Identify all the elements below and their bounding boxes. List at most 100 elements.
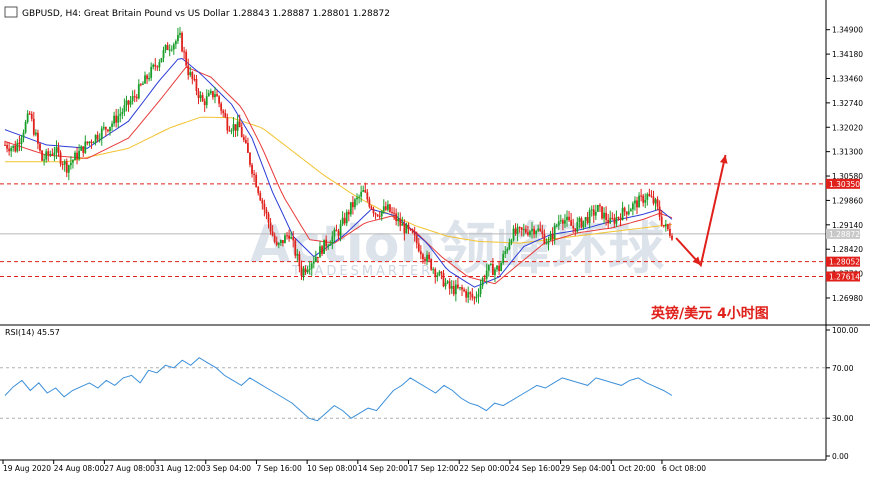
- candle-body: [12, 145, 15, 148]
- candle-body: [247, 142, 249, 153]
- candle-body: [510, 240, 513, 244]
- candle-body: [343, 217, 346, 224]
- candle-body: [634, 200, 636, 204]
- candle-body: [4, 144, 6, 146]
- candle-body: [96, 134, 99, 140]
- candle-body: [413, 232, 416, 236]
- candle-body: [292, 237, 295, 241]
- candle-body: [37, 132, 39, 144]
- candle-body: [104, 127, 107, 130]
- candle-body: [113, 115, 116, 124]
- candle-body: [601, 206, 603, 219]
- candle-body: [187, 65, 190, 76]
- candle-body: [144, 75, 146, 84]
- candle-body: [331, 236, 334, 244]
- candle-body: [193, 79, 196, 81]
- candle-body: [6, 144, 8, 149]
- candle-body: [463, 289, 465, 292]
- candle-body: [214, 94, 216, 98]
- candle-body: [142, 83, 144, 85]
- candle-body: [201, 95, 204, 102]
- candle-body: [358, 196, 360, 198]
- time-tick-label: 19 Aug 2020: [3, 464, 51, 473]
- price-tick-label: 1.28420: [832, 245, 863, 254]
- candle-body: [629, 209, 632, 212]
- candle-body: [80, 146, 83, 151]
- price-tick-label: 1.33460: [832, 74, 863, 83]
- candle-body: [403, 224, 406, 234]
- candle-body: [8, 148, 11, 152]
- candle-body: [88, 141, 91, 144]
- candle-body: [568, 216, 570, 221]
- chart-canvas[interactable]: Action 领峰环球 TRADESMARTER GBPUSD, H4: Gre…: [0, 0, 870, 478]
- candle-body: [471, 293, 474, 298]
- level-tag-label: 1.28052: [829, 258, 860, 267]
- candle-body: [354, 199, 356, 208]
- candle-body: [236, 121, 239, 131]
- candle-body: [30, 113, 33, 119]
- candle-body: [543, 233, 546, 244]
- candle-body: [65, 161, 68, 173]
- candle-body: [220, 103, 223, 111]
- candle-body: [496, 265, 498, 270]
- candle-body: [327, 245, 330, 247]
- candle-body: [669, 229, 671, 236]
- chart-window[interactable]: Action 领峰环球 TRADESMARTER GBPUSD, H4: Gre…: [0, 0, 870, 478]
- candle-body: [152, 64, 155, 67]
- candle-body: [461, 287, 463, 290]
- price-tick-label: 1.32020: [832, 123, 863, 132]
- candle-body: [378, 215, 381, 217]
- candle-body: [102, 127, 105, 129]
- candle-body: [504, 251, 507, 255]
- candle-body: [491, 264, 494, 276]
- candle-body: [411, 229, 414, 233]
- candle-body: [92, 142, 95, 144]
- candle-body: [384, 206, 387, 210]
- candle-body: [310, 263, 313, 269]
- time-tick-label: 1 Oct 20:00: [611, 464, 655, 473]
- candle-body: [627, 211, 630, 215]
- candle-body: [249, 152, 251, 165]
- candle-body: [364, 190, 367, 193]
- candle-body: [57, 147, 60, 153]
- candle-body: [337, 231, 340, 236]
- candle-body: [150, 66, 153, 78]
- candle-body: [592, 209, 595, 216]
- candle-body: [621, 207, 624, 221]
- candle-body: [415, 235, 418, 244]
- candle-body: [109, 126, 111, 132]
- candle-body: [53, 152, 56, 155]
- candle-body: [121, 111, 124, 114]
- candle-body: [282, 240, 284, 244]
- candle-body: [61, 164, 64, 166]
- candle-body: [489, 264, 492, 266]
- candle-body: [234, 124, 237, 131]
- candle-body: [561, 220, 564, 224]
- candle-body: [376, 214, 379, 216]
- candle-body: [41, 150, 43, 161]
- candle-body: [78, 150, 81, 160]
- time-tick-label: 24 Sep 16:00: [510, 464, 560, 473]
- rsi-label: RSI(14) 45.57: [5, 328, 60, 337]
- candle-body: [547, 240, 550, 244]
- candle-body: [642, 195, 645, 203]
- candle-body: [314, 257, 317, 262]
- candle-body: [76, 152, 78, 160]
- candle-body: [545, 243, 548, 245]
- candle-body: [191, 72, 194, 80]
- candle-body: [459, 287, 461, 289]
- candle-body: [578, 218, 581, 222]
- candle-body: [603, 212, 605, 219]
- candle-body: [444, 282, 447, 287]
- candle-body: [512, 228, 515, 241]
- candle-body: [469, 292, 472, 294]
- candle-body: [605, 212, 608, 221]
- candle-body: [216, 94, 218, 97]
- rsi-tick-label: 100.00: [832, 326, 858, 335]
- candle-body: [551, 234, 554, 239]
- candle-body: [131, 96, 134, 101]
- candle-body: [321, 246, 323, 254]
- candle-body: [660, 216, 663, 225]
- candle-body: [20, 138, 23, 144]
- candle-body: [230, 130, 233, 132]
